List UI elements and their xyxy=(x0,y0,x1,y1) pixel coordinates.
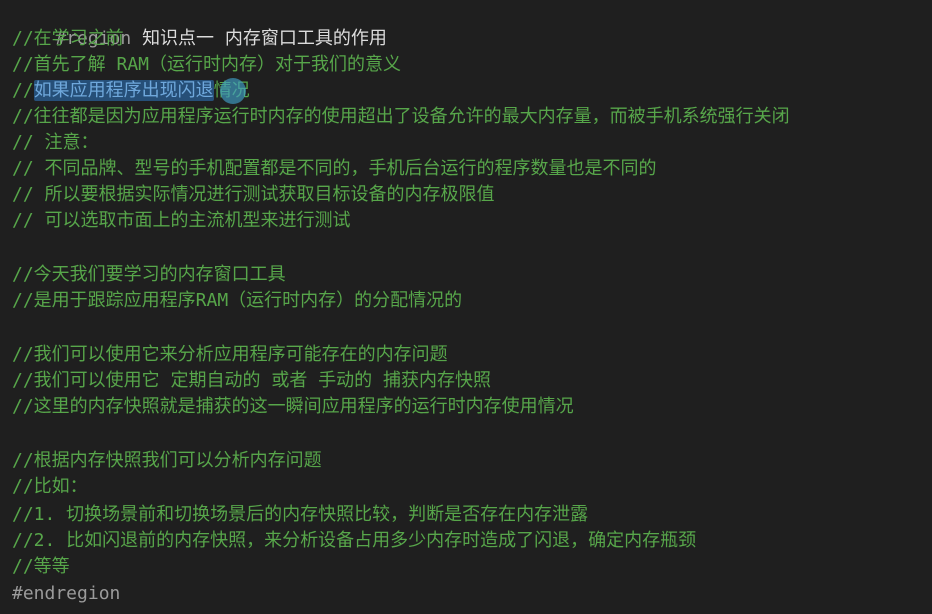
comment-text: //1. 切换场景前和切换场景后的内存快照比较，判断是否存在内存泄露 xyxy=(12,504,589,525)
code-line[interactable]: //这里的内存快照就是捕获的这一瞬间应用程序的运行时内存使用情况 xyxy=(12,394,574,420)
code-editor[interactable]: #region 知识点一 内存窗口工具的作用 //在学习之前 //首先了解 RA… xyxy=(0,0,932,614)
comment-prefix: // xyxy=(12,80,34,101)
code-line[interactable]: //如果应用程序出现闪退情况 xyxy=(12,78,250,104)
selected-text[interactable]: 如果应用程序出现闪退 xyxy=(33,80,214,101)
comment-text: // 不同品牌、型号的手机配置都是不同的，手机后台运行的程序数量也是不同的 xyxy=(12,158,657,179)
comment-text: //往往都是因为应用程序运行时内存的使用超出了设备允许的最大内存量，而被手机系统… xyxy=(12,106,790,127)
comment-text: //根据内存快照我们可以分析内存问题 xyxy=(12,450,322,471)
code-line[interactable]: //1. 切换场景前和切换场景后的内存快照比较，判断是否存在内存泄露 xyxy=(12,502,588,528)
code-line[interactable]: #endregion xyxy=(12,581,120,607)
code-line[interactable]: //比如： xyxy=(12,474,88,500)
comment-text: //在学习之前 xyxy=(12,28,124,49)
code-line[interactable]: //等等 xyxy=(12,554,70,580)
code-line[interactable]: //我们可以使用它 定期自动的 或者 手动的 捕获内存快照 xyxy=(12,368,491,394)
mouse-cursor-highlight xyxy=(220,78,246,104)
comment-text: //比如： xyxy=(12,476,88,497)
code-line[interactable]: //往往都是因为应用程序运行时内存的使用超出了设备允许的最大内存量，而被手机系统… xyxy=(12,104,790,130)
comment-text: //首先了解 RAM（运行时内存）对于我们的意义 xyxy=(12,54,402,75)
comment-text: //今天我们要学习的内存窗口工具 xyxy=(12,264,286,285)
code-line[interactable]: //是用于跟踪应用程序RAM（运行时内存）的分配情况的 xyxy=(12,288,462,314)
code-line[interactable]: // 不同品牌、型号的手机配置都是不同的，手机后台运行的程序数量也是不同的 xyxy=(12,156,657,182)
comment-text: //等等 xyxy=(12,556,70,577)
comment-text: //这里的内存快照就是捕获的这一瞬间应用程序的运行时内存使用情况 xyxy=(12,396,574,417)
code-line[interactable]: //2. 比如闪退前的内存快照，来分析设备占用多少内存时造成了闪退，确定内存瓶颈 xyxy=(12,528,696,554)
comment-text: //是用于跟踪应用程序RAM（运行时内存）的分配情况的 xyxy=(12,290,463,311)
comment-text: //我们可以使用它来分析应用程序可能存在的内存问题 xyxy=(12,344,448,365)
code-line[interactable]: // 注意： xyxy=(12,130,99,156)
comment-text: // 注意： xyxy=(12,132,99,153)
code-line[interactable]: //首先了解 RAM（运行时内存）对于我们的意义 xyxy=(12,52,401,78)
code-line[interactable]: //我们可以使用它来分析应用程序可能存在的内存问题 xyxy=(12,342,448,368)
code-line[interactable]: //在学习之前 xyxy=(12,26,124,52)
comment-text: // 所以要根据实际情况进行测试获取目标设备的内存极限值 xyxy=(12,184,495,205)
code-line[interactable]: // 所以要根据实际情况进行测试获取目标设备的内存极限值 xyxy=(12,182,495,208)
comment-text: //2. 比如闪退前的内存快照，来分析设备占用多少内存时造成了闪退，确定内存瓶颈 xyxy=(12,530,697,551)
endregion-keyword: #endregion xyxy=(12,583,121,604)
code-line[interactable]: #region 知识点一 内存窗口工具的作用 xyxy=(12,0,387,49)
code-line[interactable]: // 可以选取市面上的主流机型来进行测试 xyxy=(12,208,351,234)
comment-text: //我们可以使用它 定期自动的 或者 手动的 捕获内存快照 xyxy=(12,370,492,391)
code-line[interactable]: //根据内存快照我们可以分析内存问题 xyxy=(12,448,322,474)
region-title: 知识点一 内存窗口工具的作用 xyxy=(142,28,387,49)
code-line[interactable]: //今天我们要学习的内存窗口工具 xyxy=(12,262,286,288)
comment-text: // 可以选取市面上的主流机型来进行测试 xyxy=(12,210,351,231)
